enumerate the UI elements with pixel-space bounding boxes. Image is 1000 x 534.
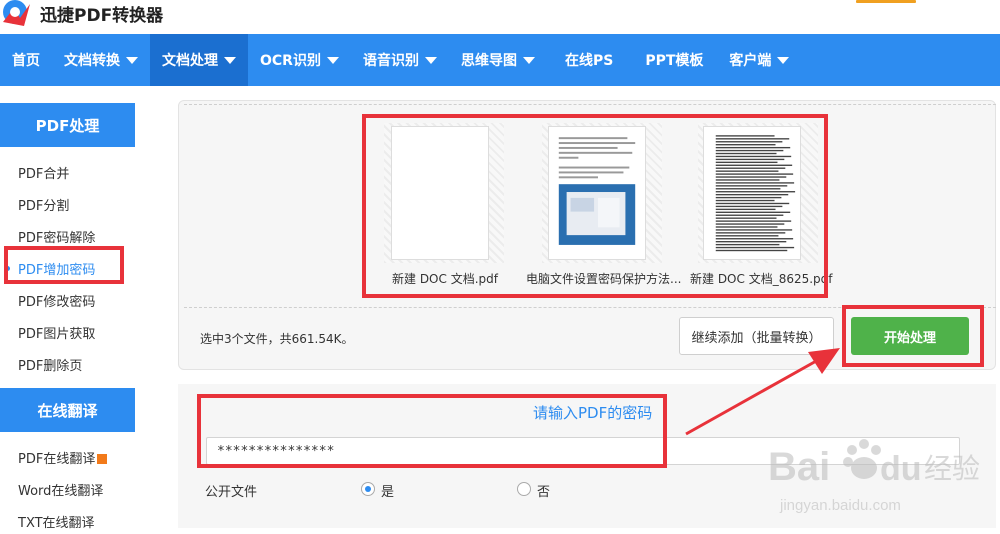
annotation-box-start xyxy=(842,305,984,367)
svg-text:du: du xyxy=(880,450,922,488)
sidebar-item-pdf-delete-pages[interactable]: PDF删除页 xyxy=(18,355,82,374)
chevron-down-icon xyxy=(224,56,236,64)
public-yes-label: 是 xyxy=(381,485,395,500)
watermark-brand-cn: 经验 xyxy=(924,452,980,485)
public-file-label: 公开文件 xyxy=(205,485,258,500)
nav-item-ppt[interactable]: PPT模板 xyxy=(631,34,717,86)
sidebar-item-pdf-extract-images[interactable]: PDF图片获取 xyxy=(18,323,95,342)
chevron-down-icon xyxy=(326,56,339,64)
chevron-down-icon xyxy=(126,56,138,64)
sidebar-section-pdf-title: PDF处理 xyxy=(0,103,135,147)
public-yes-radio[interactable] xyxy=(361,482,375,496)
app-header: 迅捷PDF转换器 xyxy=(0,0,1000,34)
sidebar-item-txt-translate[interactable]: TXT在线翻译 xyxy=(18,512,95,531)
annotation-box-password xyxy=(197,394,667,468)
sidebar-item-pdf-change-password[interactable]: PDF修改密码 xyxy=(18,291,95,310)
chevron-down-icon xyxy=(424,56,437,64)
annotation-box-files xyxy=(362,114,828,298)
watermark-url: jingyan.baidu.com xyxy=(779,497,901,514)
chevron-down-icon xyxy=(522,56,535,64)
sidebar-section-translate-title: 在线翻译 xyxy=(0,388,135,432)
sidebar-item-pdf-translate[interactable]: PDF在线翻译 xyxy=(18,448,108,467)
public-no-radio[interactable] xyxy=(517,482,531,496)
main-nav: 首页 文档转换 文档处理 OCR识别 语音识别 思维导图 在线PS PPT模板 … xyxy=(0,34,1000,86)
nav-item-ocr[interactable]: OCR识别 xyxy=(248,34,351,86)
nav-label: 文档处理 xyxy=(162,53,218,69)
nav-label: 客户端 xyxy=(729,53,772,69)
app-title: 迅捷PDF转换器 xyxy=(40,6,164,26)
nav-label: 在线PS xyxy=(564,53,614,69)
sidebar-item-pdf-split[interactable]: PDF分割 xyxy=(18,195,69,214)
app-logo-icon[interactable] xyxy=(0,0,34,30)
annotation-box-sidebar-item xyxy=(4,246,124,284)
nav-label: 首页 xyxy=(12,53,40,69)
chevron-down-icon xyxy=(777,56,790,64)
baidu-watermark-icon: Bai du 经验 jingyan.baidu.com xyxy=(768,439,980,514)
nav-label: 思维导图 xyxy=(460,53,517,69)
nav-item-speech[interactable]: 语音识别 xyxy=(351,34,449,86)
public-no-label: 否 xyxy=(537,485,551,500)
sidebar-item-word-translate[interactable]: Word在线翻译 xyxy=(18,480,103,499)
sidebar-item-pdf-unlock[interactable]: PDF密码解除 xyxy=(18,227,95,246)
watermark-brand: Bai xyxy=(768,445,830,489)
nav-item-doc-process[interactable]: 文档处理 xyxy=(150,34,248,86)
sidebar-item-pdf-merge[interactable]: PDF合并 xyxy=(18,163,69,182)
sidebar: PDF处理 PDF合并 PDF分割 PDF密码解除 PDF增加密码 PDF修改密… xyxy=(0,86,140,534)
nav-item-online-ps[interactable]: 在线PS xyxy=(547,34,631,86)
nav-item-doc-convert[interactable]: 文档转换 xyxy=(52,34,150,86)
nav-item-mindmap[interactable]: 思维导图 xyxy=(449,34,547,86)
nav-label: PPT模板 xyxy=(645,53,704,69)
nav-label: OCR识别 xyxy=(260,53,321,69)
top-link-mark[interactable] xyxy=(856,0,916,3)
nav-item-client[interactable]: 客户端 xyxy=(717,34,801,86)
nav-label: 语音识别 xyxy=(362,53,419,69)
sidebar-item-label: PDF在线翻译 xyxy=(18,452,96,467)
selection-status: 选中3个文件，共661.54K。 xyxy=(200,332,354,346)
new-badge-icon xyxy=(97,454,108,464)
nav-label: 文档转换 xyxy=(64,53,120,69)
nav-item-home[interactable]: 首页 xyxy=(0,34,52,86)
